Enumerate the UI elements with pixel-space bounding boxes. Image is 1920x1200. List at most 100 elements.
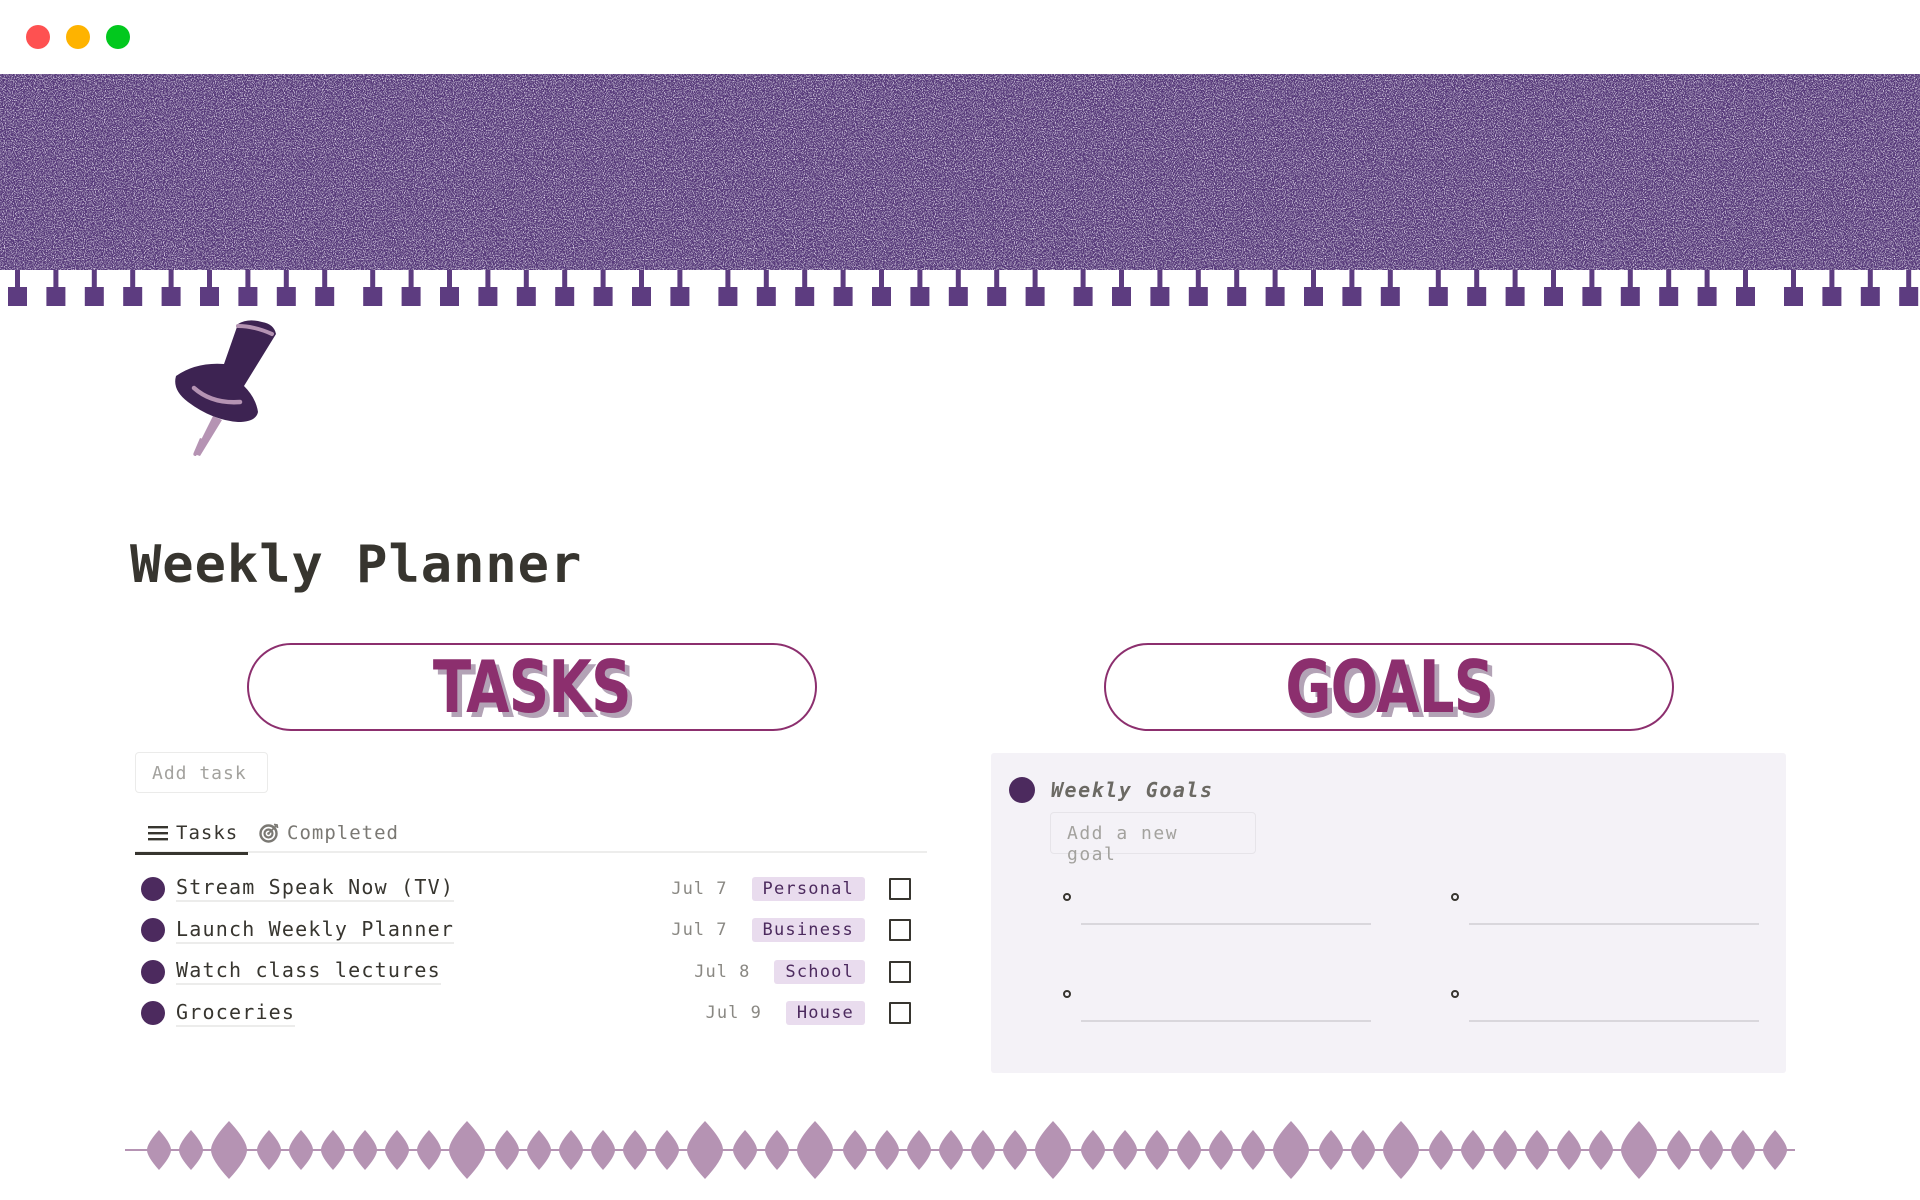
divider-diamond bbox=[1525, 1130, 1549, 1170]
add-goal-button[interactable]: Add a new goal bbox=[1050, 812, 1256, 865]
tassel bbox=[363, 270, 383, 306]
divider-diamond bbox=[1621, 1121, 1657, 1179]
tassel bbox=[1227, 270, 1247, 306]
task-name[interactable]: Watch class lectures bbox=[176, 958, 441, 986]
task-date: Jul 7 bbox=[671, 878, 728, 899]
divider-diamond bbox=[1351, 1130, 1375, 1170]
divider-diamond bbox=[797, 1121, 833, 1179]
tasks-header-text: TASKS bbox=[433, 645, 632, 729]
tasks-section-header: TASKS bbox=[247, 643, 817, 731]
tassel bbox=[1544, 270, 1563, 306]
task-tag: Business bbox=[751, 918, 865, 943]
divider-diamond bbox=[1461, 1130, 1485, 1170]
goal-input-line[interactable] bbox=[1469, 1020, 1759, 1022]
task-row[interactable]: Watch class lectures Jul 8 School bbox=[135, 951, 927, 993]
tassel bbox=[1822, 270, 1842, 306]
bullet-icon bbox=[1451, 990, 1459, 998]
divider-diamond bbox=[1763, 1130, 1787, 1170]
divider-diamond bbox=[1177, 1130, 1201, 1170]
task-date: Jul 8 bbox=[694, 961, 751, 982]
tassel bbox=[1659, 270, 1679, 306]
divider-diamond bbox=[1035, 1121, 1071, 1179]
weekly-goals-heading: Weekly Goals bbox=[1009, 777, 1214, 803]
divider-diamond bbox=[591, 1130, 615, 1170]
tassel bbox=[1736, 270, 1755, 306]
divider-diamond bbox=[765, 1130, 789, 1170]
tassel bbox=[276, 270, 296, 306]
divider-diamond bbox=[1383, 1121, 1419, 1179]
tassel bbox=[8, 270, 27, 306]
tab-tasks[interactable]: Tasks bbox=[135, 813, 248, 855]
minimize-window-button[interactable] bbox=[66, 25, 90, 49]
add-task-button[interactable]: Add task bbox=[135, 752, 268, 793]
tab-tasks-label: Tasks bbox=[176, 821, 239, 844]
goal-input-line[interactable] bbox=[1081, 923, 1371, 925]
bullet-icon bbox=[1451, 893, 1459, 901]
goal-input-line[interactable] bbox=[1469, 923, 1759, 925]
tassel bbox=[478, 270, 498, 306]
pushpin-icon bbox=[168, 318, 288, 458]
divider-diamond bbox=[1319, 1130, 1343, 1170]
task-name[interactable]: Groceries bbox=[176, 1000, 296, 1027]
tassel bbox=[1265, 270, 1285, 306]
decorative-diamond-divider bbox=[125, 1121, 1795, 1179]
divider-diamond bbox=[559, 1130, 583, 1170]
divider-diamond bbox=[733, 1130, 757, 1170]
task-tag: School bbox=[774, 959, 865, 984]
bullet-icon bbox=[1063, 990, 1071, 998]
tassel bbox=[670, 270, 690, 306]
tab-completed[interactable]: Completed bbox=[259, 813, 399, 853]
tassel bbox=[1697, 270, 1717, 306]
tassel bbox=[1467, 270, 1487, 306]
task-checkbox[interactable] bbox=[889, 1002, 911, 1025]
maximize-window-button[interactable] bbox=[106, 25, 130, 49]
goal-item[interactable] bbox=[1063, 990, 1371, 1050]
divider-diamond bbox=[875, 1130, 899, 1170]
divider-diamond bbox=[907, 1130, 931, 1170]
divider-diamond bbox=[939, 1130, 963, 1170]
divider-diamond bbox=[1731, 1130, 1755, 1170]
goal-input-line[interactable] bbox=[1081, 1020, 1371, 1022]
tassel bbox=[1112, 270, 1131, 306]
divider-diamond bbox=[1241, 1130, 1265, 1170]
divider-diamond bbox=[385, 1130, 409, 1170]
banner-tassel-fringe bbox=[8, 270, 1919, 306]
divider-diamond bbox=[527, 1130, 551, 1170]
task-status-dot bbox=[141, 1001, 165, 1026]
divider-diamond bbox=[1699, 1130, 1723, 1170]
tassel bbox=[1304, 270, 1323, 306]
task-checkbox[interactable] bbox=[889, 877, 911, 900]
task-checkbox[interactable] bbox=[889, 960, 911, 983]
divider-diamond bbox=[655, 1130, 679, 1170]
task-row[interactable]: Launch Weekly Planner Jul 7 Business bbox=[135, 910, 927, 952]
target-icon bbox=[259, 823, 279, 843]
divider-diamond bbox=[211, 1121, 247, 1179]
task-row[interactable]: Stream Speak Now (TV) Jul 7 Personal bbox=[135, 868, 927, 910]
tassel bbox=[756, 270, 776, 306]
tab-completed-label: Completed bbox=[287, 822, 399, 844]
goal-item[interactable] bbox=[1451, 893, 1759, 953]
goal-item[interactable] bbox=[1451, 990, 1759, 1050]
tassel bbox=[315, 270, 335, 306]
glitter-texture bbox=[0, 74, 1920, 270]
goal-item[interactable] bbox=[1063, 893, 1371, 953]
divider-diamond bbox=[179, 1130, 203, 1170]
tassel bbox=[200, 270, 219, 306]
close-window-button[interactable] bbox=[26, 25, 50, 49]
task-checkbox[interactable] bbox=[889, 919, 911, 942]
weekly-goals-panel: Weekly Goals Add a new goal bbox=[991, 753, 1786, 1073]
tassel bbox=[1150, 270, 1170, 306]
tassel bbox=[1342, 270, 1362, 306]
tassel bbox=[948, 270, 968, 306]
task-row[interactable]: Groceries Jul 9 House bbox=[135, 993, 927, 1035]
tassel bbox=[555, 270, 575, 306]
tassel bbox=[1582, 270, 1602, 306]
window-titlebar bbox=[0, 0, 1920, 74]
divider-diamond bbox=[623, 1130, 647, 1170]
cover-banner bbox=[0, 74, 1920, 270]
divider-diamond bbox=[1667, 1130, 1691, 1170]
task-name[interactable]: Launch Weekly Planner bbox=[176, 917, 455, 944]
task-name[interactable]: Stream Speak Now (TV) bbox=[176, 875, 455, 903]
tassel bbox=[795, 270, 815, 306]
divider-diamond bbox=[1145, 1130, 1169, 1170]
